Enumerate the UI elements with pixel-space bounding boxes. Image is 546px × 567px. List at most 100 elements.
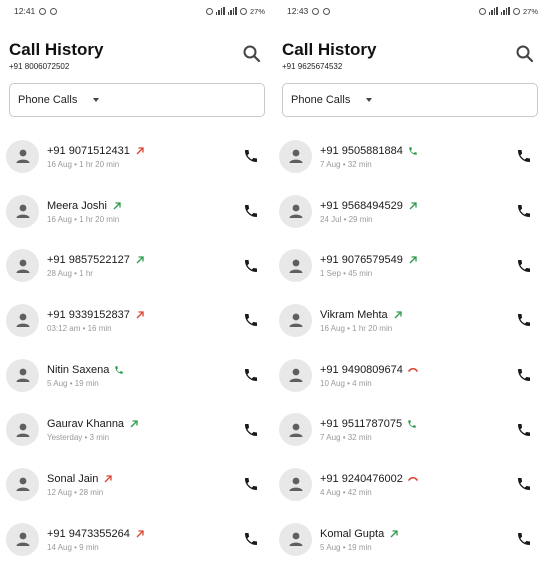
call-name-line: +91 9339152837 — [47, 308, 273, 322]
phone-icon — [245, 205, 257, 218]
battery-level: 27% — [522, 6, 538, 16]
call-name-line: +91 9490809674 — [320, 363, 546, 377]
call-meta: 4 Aug • 42 min — [320, 487, 372, 497]
call-name-line: +91 9511787075 — [320, 417, 546, 431]
call-name-line: Vikram Mehta — [320, 308, 546, 322]
person-icon — [289, 204, 302, 219]
call-button[interactable] — [243, 258, 259, 274]
call-button[interactable] — [243, 476, 259, 492]
call-row[interactable]: Vikram Mehta 16 Aug • 1 hr 20 min — [273, 293, 546, 348]
call-meta: 16 Aug • 1 hr 20 min — [47, 214, 120, 224]
call-button[interactable] — [243, 367, 259, 383]
call-row[interactable]: +91 9568494529 24 Jul • 29 min — [273, 184, 546, 239]
phone-icon — [245, 314, 257, 327]
call-button[interactable] — [516, 148, 532, 164]
call-meta: 7 Aug • 32 min — [320, 433, 372, 443]
call-row[interactable]: +91 9505881884 7 Aug • 32 min — [273, 129, 546, 184]
call-button[interactable] — [516, 367, 532, 383]
call-button[interactable] — [516, 531, 532, 547]
person-icon — [16, 423, 29, 437]
call-row[interactable]: +91 9339152837 03:12 am • 16 min — [0, 293, 273, 348]
incoming-call-icon — [409, 256, 417, 264]
call-row[interactable]: Gaurav Khanna Yesterday • 3 min — [0, 402, 273, 457]
call-row[interactable]: Komal Gupta 5 Aug • 19 min — [273, 512, 546, 567]
search-icon — [243, 45, 261, 63]
call-row[interactable]: +91 9071512431 16 Aug • 1 hr 20 min — [0, 129, 273, 184]
call-button[interactable] — [516, 203, 532, 219]
person-icon — [289, 478, 302, 492]
contact-name: +91 9071512431 — [47, 144, 130, 157]
contact-name: +91 9473355264 — [47, 527, 130, 540]
call-type-dropdown[interactable]: Phone Calls — [282, 83, 538, 117]
call-button[interactable] — [516, 312, 532, 328]
call-info: +91 9071512431 16 Aug • 1 hr 20 min — [47, 144, 273, 169]
phone-icon — [245, 478, 257, 491]
phone-icon — [518, 423, 530, 436]
call-button[interactable] — [243, 312, 259, 328]
alarm-icon — [205, 7, 213, 15]
call-row[interactable]: Meera Joshi 16 Aug • 1 hr 20 min — [0, 184, 273, 239]
search-icon — [516, 45, 534, 63]
battery-level: 27% — [249, 6, 265, 16]
status-bar: 12:43 27% — [273, 0, 546, 22]
avatar — [6, 522, 39, 556]
whatsapp-icon — [39, 7, 47, 15]
call-button[interactable] — [243, 203, 259, 219]
avatar — [6, 303, 39, 337]
avatar — [6, 467, 39, 501]
call-row[interactable]: Sonal Jain 12 Aug • 28 min — [0, 457, 273, 512]
call-row[interactable]: +91 9857522127 28 Aug • 1 hr — [0, 238, 273, 293]
notification-icon — [50, 7, 58, 15]
call-row[interactable]: Nitin Saxena 5 Aug • 19 min — [0, 348, 273, 403]
search-button[interactable] — [242, 44, 262, 64]
answered-call-icon — [408, 420, 416, 429]
call-button[interactable] — [243, 148, 259, 164]
phone-icon — [518, 314, 530, 327]
call-meta: Yesterday • 3 min — [47, 433, 110, 443]
call-type-dropdown[interactable]: Phone Calls — [9, 83, 265, 117]
avatar — [279, 358, 312, 392]
call-info: Meera Joshi 16 Aug • 1 hr 20 min — [47, 199, 273, 224]
phone-icon — [518, 150, 530, 163]
incoming-call-icon — [394, 311, 402, 319]
call-meta: 24 Jul • 29 min — [320, 214, 373, 224]
call-row[interactable]: +91 9240476002 4 Aug • 42 min — [273, 457, 546, 512]
dropdown-caret-icon — [93, 98, 100, 102]
incoming-call-icon — [390, 530, 398, 538]
call-button[interactable] — [516, 258, 532, 274]
person-icon — [289, 368, 302, 383]
call-button[interactable] — [243, 422, 259, 438]
call-button[interactable] — [516, 476, 532, 492]
phone-icon — [518, 205, 530, 218]
call-info: Gaurav Khanna Yesterday • 3 min — [47, 417, 273, 442]
call-name-line: Komal Gupta — [320, 527, 546, 541]
account-phone-number: +91 8006072502 — [9, 62, 70, 71]
search-button[interactable] — [515, 44, 535, 64]
call-row[interactable]: +91 9473355264 14 Aug • 9 min — [0, 512, 273, 567]
avatar — [6, 413, 39, 447]
call-name-line: Sonal Jain — [47, 472, 273, 486]
call-info: Vikram Mehta 16 Aug • 1 hr 20 min — [320, 308, 546, 333]
call-row[interactable]: +91 9490809674 10 Aug • 4 min — [273, 348, 546, 403]
call-button[interactable] — [516, 422, 532, 438]
call-name-line: Meera Joshi — [47, 199, 273, 213]
person-icon — [16, 259, 29, 273]
call-meta: 14 Aug • 9 min — [47, 542, 99, 552]
contact-name: +91 9339152837 — [47, 308, 130, 321]
contact-name: Komal Gupta — [320, 527, 385, 540]
header: Call History +91 9625674532 — [273, 22, 546, 71]
status-time: 12:41 — [14, 6, 36, 16]
call-row[interactable]: +91 9511787075 7 Aug • 32 min — [273, 402, 546, 457]
contact-name: +91 9505881884 — [320, 144, 403, 157]
call-info: +91 9076579549 1 Sep • 45 min — [320, 253, 546, 278]
call-name-line: Nitin Saxena — [47, 363, 273, 377]
phone-icon — [518, 369, 530, 382]
call-row[interactable]: +91 9076579549 1 Sep • 45 min — [273, 238, 546, 293]
person-icon — [289, 149, 302, 164]
person-icon — [289, 259, 302, 273]
call-button[interactable] — [243, 531, 259, 547]
contact-name: Meera Joshi — [47, 199, 107, 212]
avatar — [279, 303, 312, 337]
contact-name: Vikram Mehta — [320, 308, 388, 321]
call-info: Komal Gupta 5 Aug • 19 min — [320, 527, 546, 552]
